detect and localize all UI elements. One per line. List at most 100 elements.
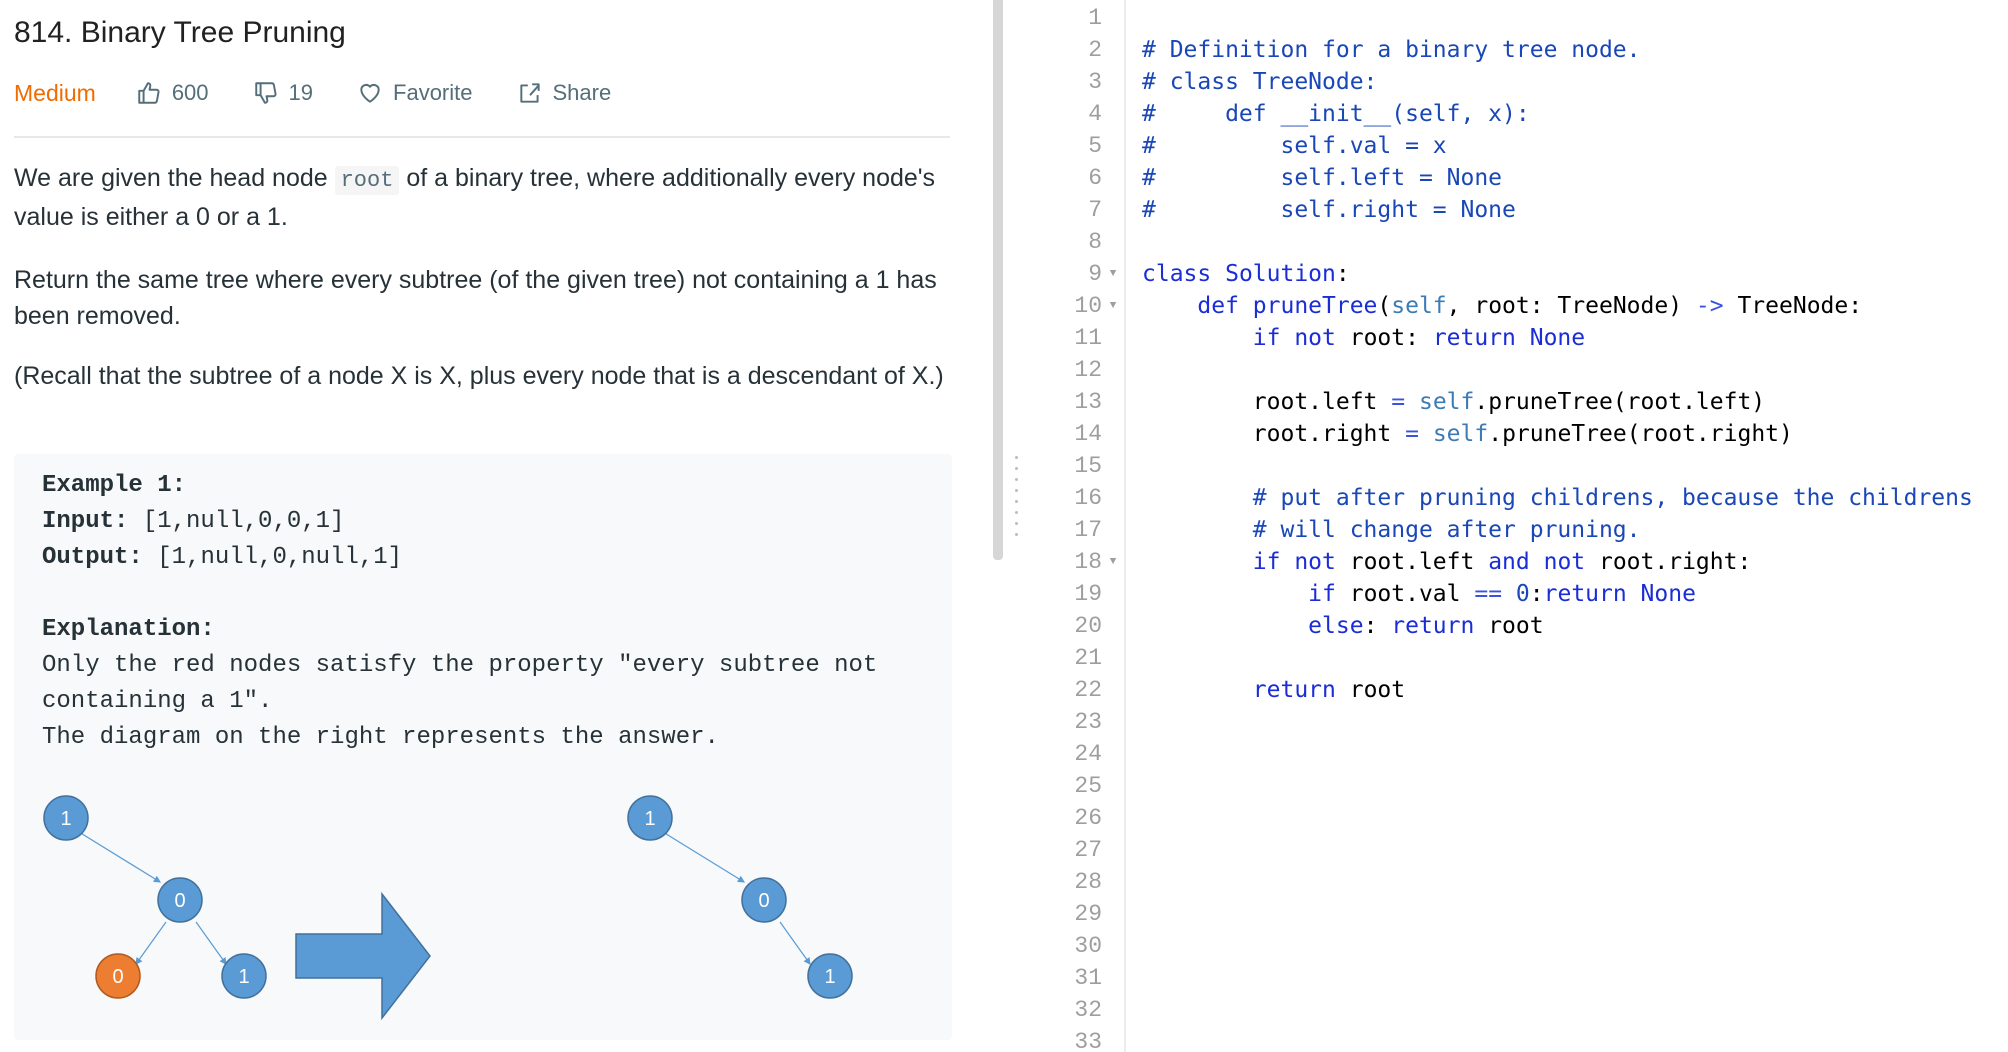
- line-number: 4: [1088, 101, 1102, 127]
- fold-toggle-icon[interactable]: ▼: [1102, 546, 1124, 578]
- header-divider: [14, 136, 950, 138]
- code-token: root.val: [1349, 581, 1475, 607]
- line-number: 9 ▼: [1028, 258, 1124, 290]
- node-label: 0: [112, 966, 123, 988]
- share-button[interactable]: Share: [517, 80, 612, 106]
- tree-edge: [135, 921, 167, 965]
- line-number: 5: [1088, 133, 1102, 159]
- line-number: 7: [1088, 197, 1102, 223]
- line-number: 30: [1074, 933, 1102, 959]
- line-number: 24: [1074, 741, 1102, 767]
- dislike-count: 19: [288, 80, 314, 105]
- code-line[interactable]: # put after pruning childrens, because t…: [1142, 482, 1973, 514]
- inline-code-root: root: [334, 166, 400, 195]
- tree-node-after-3: 1: [807, 953, 853, 999]
- code-token: and not: [1488, 549, 1599, 575]
- code-line[interactable]: class Solution:: [1142, 258, 1350, 290]
- code-line[interactable]: # Definition for a binary tree node.: [1142, 34, 1641, 66]
- fold-toggle-icon[interactable]: ▼: [1102, 258, 1124, 290]
- description-text: We are given the head node: [14, 164, 335, 192]
- line-number: 29: [1074, 901, 1102, 927]
- code-token: =: [1391, 389, 1406, 415]
- code-token: root.right: [1142, 421, 1406, 447]
- line-number: 17: [1074, 517, 1102, 543]
- code-token: 0: [1515, 581, 1530, 607]
- code-token: # self.val = x: [1142, 133, 1447, 159]
- favorite-button[interactable]: Favorite: [357, 80, 473, 106]
- line-number: 18 ▼: [1028, 546, 1124, 578]
- tree-node-after-2: 0: [741, 877, 787, 923]
- code-token: :: [1335, 261, 1350, 287]
- tree-node-before-1: 1: [43, 795, 89, 841]
- problem-description-panel: 814. Binary Tree Pruning Medium 600 19 F…: [0, 0, 990, 1052]
- line-number: 15: [1074, 453, 1102, 479]
- line-number: 32: [1074, 997, 1102, 1023]
- code-line[interactable]: # class TreeNode:: [1142, 66, 1377, 98]
- code-token: root: [1488, 613, 1544, 639]
- code-token: return: [1252, 677, 1350, 703]
- code-token: if not: [1252, 325, 1350, 351]
- code-token: self: [1418, 389, 1475, 415]
- code-editor[interactable]: 1 2 3 4 5 6 7 8 9 ▼ 10 ▼ 11 12 13 14 15 16 17 18 ▼ 19 20 21 22 23…: [1024, 0, 2008, 1052]
- line-number: 21: [1074, 645, 1102, 671]
- code-line[interactable]: return root: [1142, 674, 1405, 706]
- line-number: 28: [1074, 869, 1102, 895]
- code-line[interactable]: # def __init__(self, x):: [1142, 98, 1530, 130]
- code-token: def: [1197, 293, 1253, 319]
- resize-grip-icon[interactable]: [1015, 456, 1018, 536]
- tree-edge: [779, 921, 811, 965]
- code-line[interactable]: if not root.left and not root.right:: [1142, 546, 1752, 578]
- code-line[interactable]: root.right = self.pruneTree(root.right): [1142, 418, 1793, 450]
- code-token: if not: [1252, 549, 1350, 575]
- like-count: 600: [171, 80, 209, 105]
- code-token: return: [1391, 613, 1489, 639]
- code-line[interactable]: # self.val = x: [1142, 130, 1447, 162]
- line-number: 25: [1074, 773, 1102, 799]
- share-icon: [519, 83, 540, 103]
- thumbs-down-icon: [254, 82, 277, 104]
- code-line[interactable]: if root.val == 0:return None: [1142, 578, 1696, 610]
- like-button[interactable]: 600: [136, 80, 209, 106]
- line-number: 27: [1074, 837, 1102, 863]
- code-token: # Definition for a binary tree node.: [1142, 37, 1641, 63]
- example-box: Example 1: Input: [1,null,0,0,1] Output:…: [14, 454, 952, 1040]
- line-number: 31: [1074, 965, 1102, 991]
- code-line[interactable]: root.left = self.pruneTree(root.left): [1142, 386, 1765, 418]
- code-line[interactable]: # self.right = None: [1142, 194, 1516, 226]
- share-label: Share: [552, 80, 612, 105]
- code-token: root:: [1349, 325, 1433, 351]
- line-number: 14: [1074, 421, 1102, 447]
- code-token: # self.left = None: [1142, 165, 1503, 191]
- line-number: 1: [1088, 5, 1102, 31]
- code-line[interactable]: def pruneTree(self, root: TreeNode) -> T…: [1142, 290, 1862, 322]
- line-number: 2: [1088, 37, 1102, 63]
- code-token: class: [1142, 261, 1226, 287]
- line-number: 22: [1074, 677, 1102, 703]
- code-line[interactable]: # self.left = None: [1142, 162, 1502, 194]
- line-number: 12: [1074, 357, 1102, 383]
- code-token: return None: [1543, 581, 1696, 607]
- node-label: 1: [644, 808, 655, 830]
- code-line[interactable]: if not root: return None: [1142, 322, 1585, 354]
- code-token: TreeNode:: [1723, 293, 1863, 319]
- code-line[interactable]: # will change after pruning.: [1142, 514, 1641, 546]
- code-token: .pruneTree(root.left): [1474, 389, 1766, 415]
- tree-edge: [195, 921, 227, 965]
- line-number: 6: [1088, 165, 1102, 191]
- code-token: Solution: [1225, 261, 1336, 287]
- code-line[interactable]: else: return root: [1142, 610, 1544, 642]
- problem-title: 814. Binary Tree Pruning: [14, 16, 346, 49]
- fold-toggle-icon[interactable]: ▼: [1102, 290, 1124, 322]
- tree-pruning-diagram: 1 0 0 1 1 0 1: [43, 795, 853, 1021]
- dislike-button[interactable]: 19: [253, 80, 313, 106]
- heart-icon: [360, 83, 380, 103]
- description-scrollbar-thumb[interactable]: [993, 0, 1003, 560]
- line-number: 33: [1074, 1029, 1102, 1052]
- code-token: (: [1377, 293, 1392, 319]
- code-token: # will change after pruning.: [1252, 517, 1641, 543]
